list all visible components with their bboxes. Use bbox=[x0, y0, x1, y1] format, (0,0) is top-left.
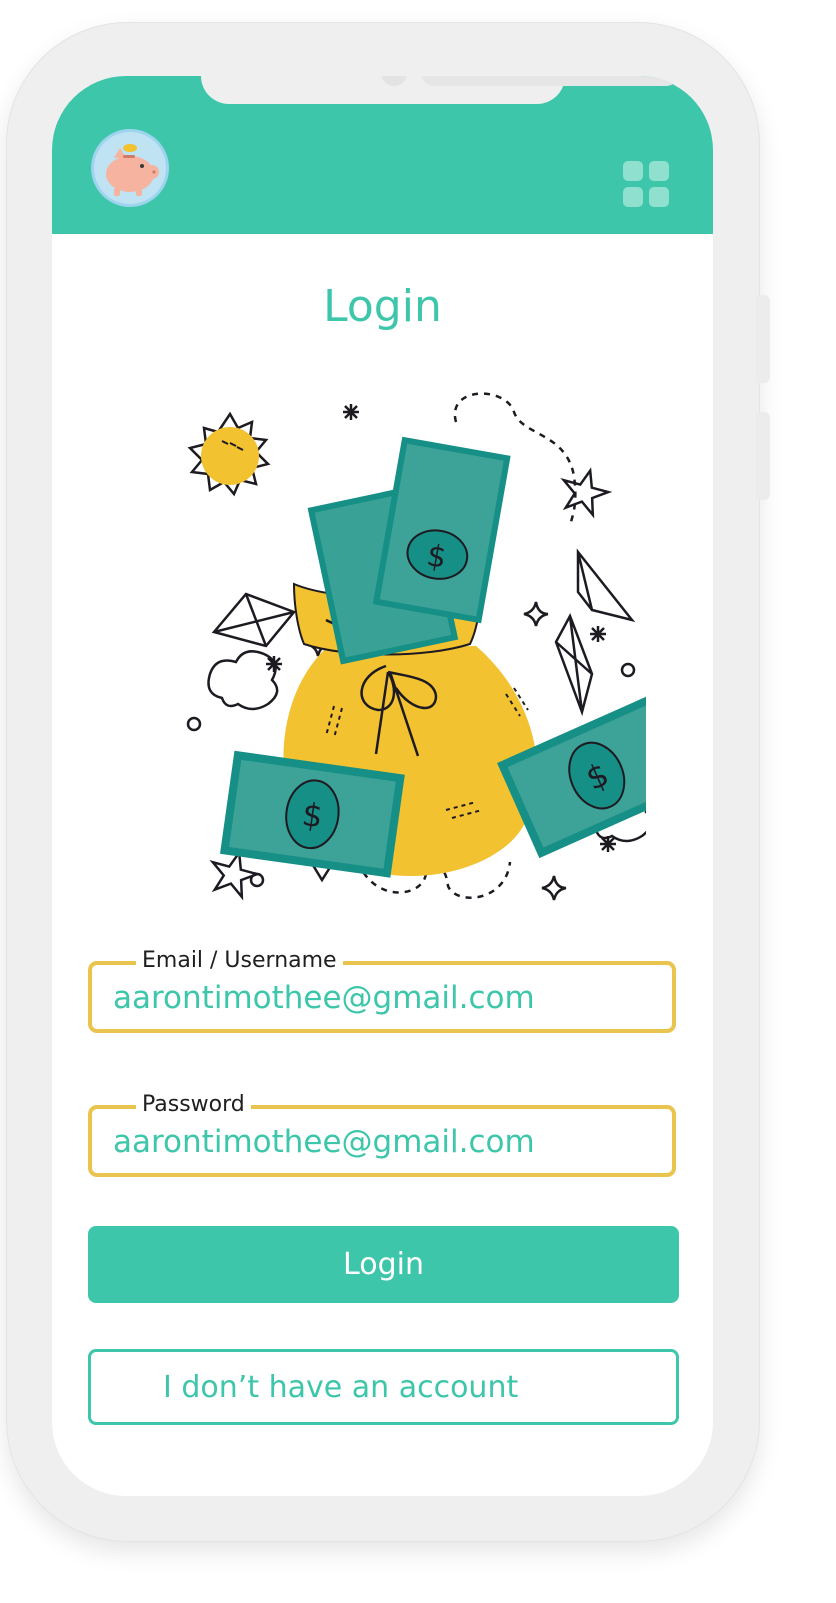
email-field-label: Email / Username bbox=[136, 948, 343, 974]
phone-side-button-upper bbox=[756, 295, 770, 383]
sun-icon bbox=[187, 411, 271, 497]
speaker-grille bbox=[421, 76, 679, 86]
password-field-label: Password bbox=[136, 1092, 251, 1118]
login-button[interactable]: Login bbox=[88, 1226, 679, 1303]
app-screen: Login $ $ $ Email / Username aarontimoth… bbox=[52, 76, 713, 1496]
grid-menu-icon[interactable] bbox=[621, 159, 671, 209]
password-field[interactable]: Password aarontimothee@gmail.com bbox=[88, 1092, 676, 1177]
phone-notch bbox=[201, 76, 679, 104]
piggy-bank-icon[interactable] bbox=[90, 128, 170, 208]
no-account-button[interactable]: I don’t have an account bbox=[88, 1349, 679, 1425]
app-header bbox=[52, 76, 713, 234]
email-field[interactable]: Email / Username aarontimothee@gmail.com bbox=[88, 948, 676, 1033]
camera-icon bbox=[381, 76, 407, 86]
money-bag-illustration: $ $ $ bbox=[126, 376, 701, 901]
page-title: Login bbox=[323, 281, 442, 332]
email-field-value[interactable]: aarontimothee@gmail.com bbox=[113, 979, 535, 1017]
phone-side-button-lower bbox=[756, 412, 770, 500]
password-field-value[interactable]: aarontimothee@gmail.com bbox=[113, 1123, 535, 1161]
